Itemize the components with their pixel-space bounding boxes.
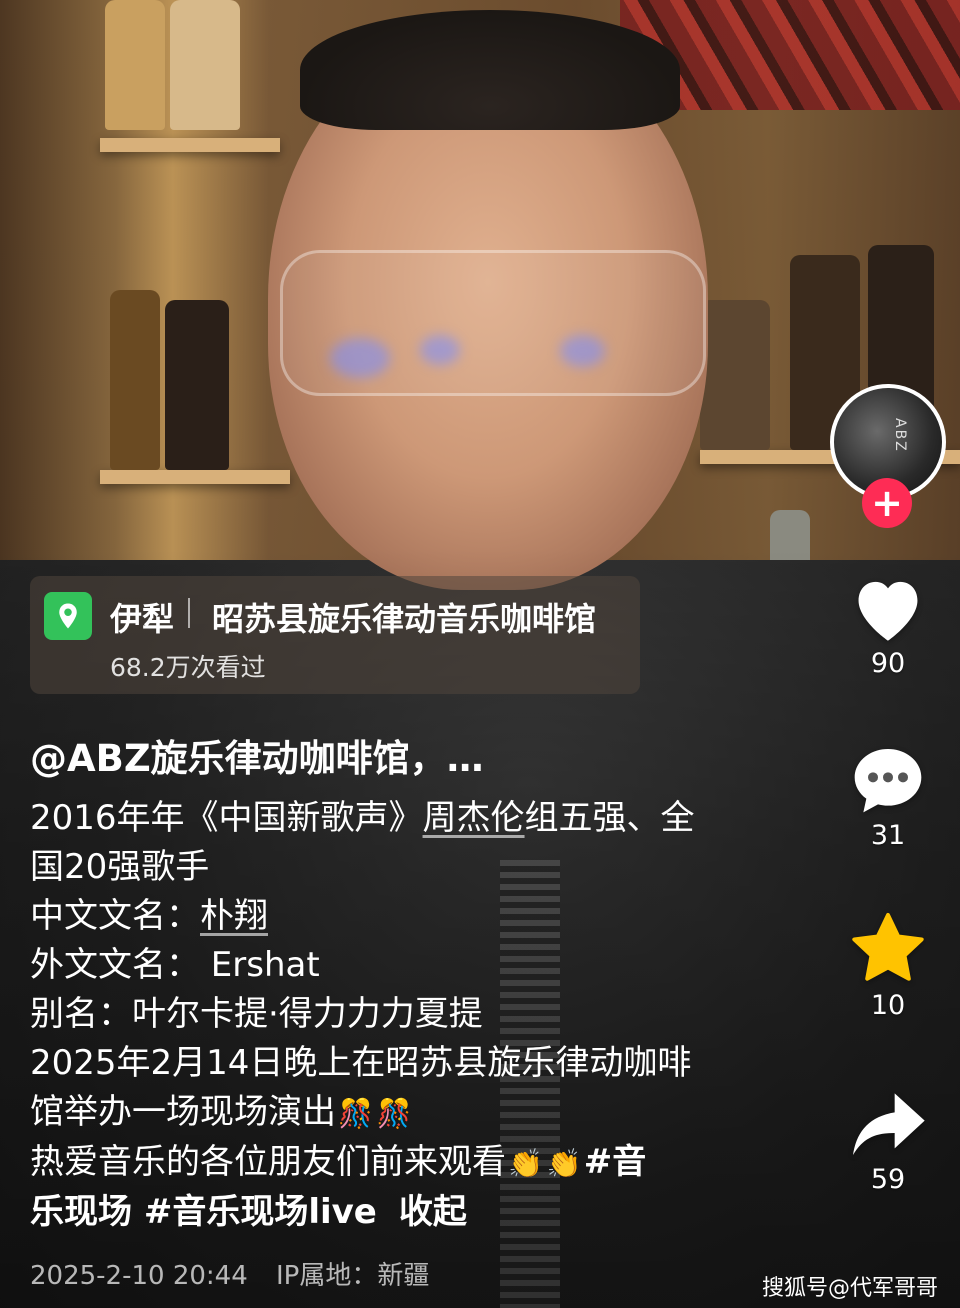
desc-text: 中文文名： (30, 896, 200, 936)
hashtag-link[interactable]: #音 (584, 1142, 647, 1182)
desc-text: 热爱音乐的各位朋友们前来观看 (30, 1142, 506, 1182)
desc-text: 馆举办一场现场演出 (30, 1092, 336, 1132)
party-emoji-icon: 🎊 (338, 1097, 373, 1130)
location-city: 伊犁 (110, 600, 175, 638)
bottle (165, 300, 229, 470)
author-handle[interactable]: @ABZ旋乐律动咖啡馆，… (30, 728, 484, 782)
bottle (105, 0, 165, 130)
star-icon (852, 912, 924, 981)
comment-icon (854, 749, 922, 813)
share-count: 59 (870, 1164, 906, 1195)
desc-line: 2016年年《中国新歌声》周杰伦组五强、全 (30, 794, 750, 843)
shelf-board (100, 470, 290, 484)
like-button[interactable]: 90 (830, 572, 946, 679)
ip-location: IP属地：新疆 (276, 1261, 430, 1291)
light-glare (330, 338, 390, 378)
desc-line: 馆举办一场现场演出🎊 🎊 (30, 1088, 750, 1138)
desc-line: 2025年2月14日晚上在昭苏县旋乐律动咖啡 (30, 1043, 692, 1083)
bottle (170, 0, 240, 130)
desc-line: 乐现场 #音乐现场live 收起 (30, 1188, 750, 1237)
name-link[interactable]: 朴翔 (200, 896, 268, 936)
share-arrow-icon (853, 1093, 925, 1155)
post-datetime: 2025-2-10 20:44 (30, 1261, 248, 1291)
avatar-logo-text: ABZ (892, 418, 908, 453)
collapse-button[interactable]: 收起 (399, 1192, 467, 1232)
clap-emoji-icon: 👏 (546, 1147, 582, 1180)
heart-icon (858, 581, 918, 641)
shelf-board (100, 138, 280, 152)
video-description: 2016年年《中国新歌声》周杰伦组五强、全 国20强歌手 中文文名：朴翔 外文文… (30, 794, 750, 1237)
favorite-count: 10 (870, 990, 906, 1021)
watermark: 搜狐号@代军哥哥 (761, 1276, 938, 1301)
clap-emoji-icon: 👏 (508, 1147, 543, 1180)
location-divider (188, 598, 190, 628)
person-hair (300, 10, 680, 130)
follow-button[interactable]: + (862, 478, 912, 528)
location-place-name: 昭苏县旋乐律动音乐咖啡馆 (212, 600, 597, 638)
location-view-count: 68.2万次看过 (110, 653, 266, 682)
desc-line: 外文文名： Ershat (30, 945, 320, 985)
light-glare (420, 335, 460, 365)
comment-button[interactable]: 31 (830, 742, 946, 851)
desc-line: 国20强歌手 (30, 847, 210, 887)
bottle (110, 290, 160, 470)
share-button[interactable]: 59 (830, 1090, 946, 1195)
location-card[interactable]: 伊犁 昭苏县旋乐律动音乐咖啡馆 68.2万次看过 (30, 576, 640, 694)
favorite-button[interactable]: 10 (830, 910, 946, 1021)
comment-count: 31 (870, 820, 906, 851)
party-emoji-icon: 🎊 (376, 1097, 412, 1130)
desc-line: 别名：叶尔卡提·得力力力夏提 (30, 994, 483, 1034)
mention-link[interactable]: 周杰伦 (423, 798, 525, 838)
desc-text: 组五强、全 (524, 798, 695, 838)
bottle (700, 300, 770, 450)
light-glare (560, 335, 605, 367)
post-meta: 2025-2-10 20:44 IP属地：新疆 (30, 1255, 449, 1292)
like-count: 90 (870, 648, 906, 679)
hashtag-links[interactable]: 乐现场 #音乐现场live (30, 1192, 377, 1232)
desc-line: 热爱音乐的各位朋友们前来观看👏 👏#音 (30, 1138, 750, 1188)
desc-text: 2016年年《中国新歌声》 (30, 798, 423, 838)
location-pin-icon (44, 592, 92, 640)
desc-line: 中文文名：朴翔 (30, 892, 750, 941)
